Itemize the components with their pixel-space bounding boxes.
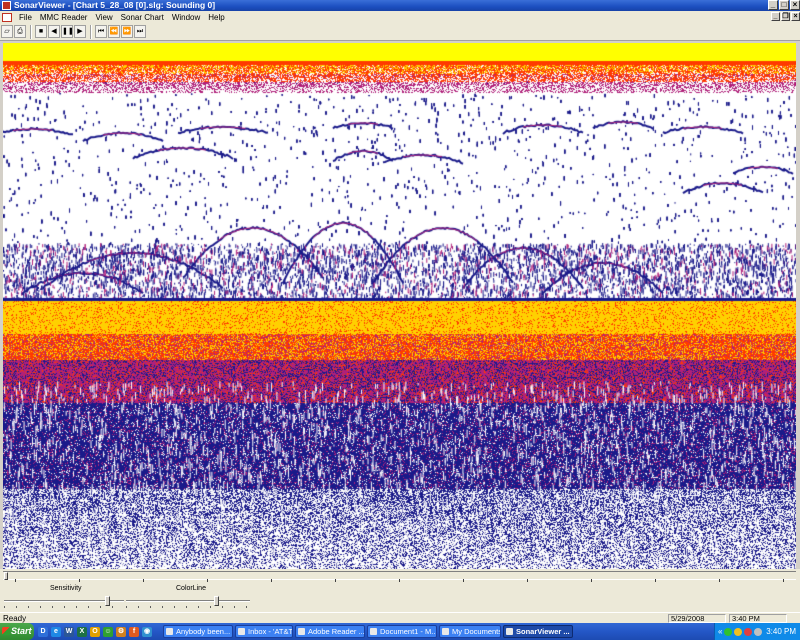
messenger-tray-icon[interactable] bbox=[734, 627, 743, 636]
taskbar-item[interactable]: Anybody been... bbox=[163, 625, 233, 638]
play-back-button[interactable]: ◀ bbox=[48, 25, 60, 38]
taskbar-item[interactable]: Document1 - M... bbox=[367, 625, 437, 638]
menu-mmc-reader[interactable]: MMC Reader bbox=[36, 13, 92, 22]
colorline-slider[interactable] bbox=[126, 596, 250, 608]
print-button[interactable]: ⎙ bbox=[14, 25, 26, 38]
doc-restore-button[interactable]: ❐ bbox=[781, 12, 790, 21]
tray-expand-icon[interactable]: « bbox=[718, 627, 722, 636]
menu-bar: File MMC Reader View Sonar Chart Window … bbox=[0, 11, 800, 23]
messenger-icon[interactable]: ☺ bbox=[103, 626, 113, 637]
security-icon[interactable] bbox=[744, 627, 753, 636]
word-icon[interactable]: W bbox=[64, 626, 74, 637]
colorline-knob[interactable] bbox=[214, 596, 220, 606]
status-bar: Ready 5/29/2008 3:40 PM bbox=[0, 612, 800, 623]
system-tray: « 3:40 PM bbox=[714, 623, 800, 640]
taskbar-item[interactable]: My Documents bbox=[439, 625, 501, 638]
firefox-icon[interactable]: f bbox=[129, 626, 139, 637]
windows-flag-icon bbox=[2, 627, 10, 635]
start-label: Start bbox=[11, 626, 32, 636]
taskbar-item[interactable]: Adobe Reader ... bbox=[295, 625, 365, 638]
timeline-scrollbar[interactable] bbox=[3, 571, 796, 582]
menu-view[interactable]: View bbox=[91, 13, 116, 22]
sensitivity-knob[interactable] bbox=[105, 596, 111, 606]
status-date: 5/29/2008 bbox=[668, 614, 726, 623]
document-window-controls: _ ❐ × bbox=[770, 12, 800, 21]
outlook-icon[interactable]: O bbox=[90, 626, 100, 637]
excel-icon[interactable]: X bbox=[77, 626, 87, 637]
menu-sonar-chart[interactable]: Sonar Chart bbox=[117, 13, 168, 22]
maximize-button[interactable]: □ bbox=[779, 0, 789, 10]
network-icon[interactable] bbox=[724, 627, 733, 636]
sensitivity-label: Sensitivity bbox=[50, 585, 82, 592]
timeline-ticks bbox=[15, 579, 784, 582]
tray-clock: 3:40 PM bbox=[766, 627, 796, 636]
gear-icon[interactable]: ⚙ bbox=[116, 626, 126, 637]
minimize-button[interactable]: _ bbox=[768, 0, 778, 10]
sonar-echogram[interactable] bbox=[3, 43, 796, 569]
toolbar: ▱ ⎙ ■ ◀ ❚❚ ▶ ⏮ ⏪ ⏩ ⏭ bbox=[0, 23, 800, 41]
app-icon[interactable] bbox=[2, 1, 11, 10]
colorline-label: ColorLine bbox=[176, 585, 206, 592]
open-button[interactable]: ▱ bbox=[1, 25, 13, 38]
taskbar: Start De W X O ☺ ⚙ f ◉ Anybody been... Inbox - '… bbox=[0, 623, 800, 640]
status-time: 3:40 PM bbox=[729, 614, 787, 623]
skip-end-button[interactable]: ⏭ bbox=[134, 25, 146, 38]
window-title: SonarViewer - [Chart 5_28_08 [0].slg: So… bbox=[14, 0, 216, 10]
document-icon[interactable] bbox=[2, 12, 12, 22]
sensitivity-ticks bbox=[4, 606, 124, 608]
title-bar: SonarViewer - [Chart 5_28_08 [0].slg: So… bbox=[0, 0, 800, 11]
quick-launch: De W X O ☺ ⚙ f ◉ bbox=[38, 626, 155, 637]
fast-forward-button[interactable]: ⏩ bbox=[121, 25, 133, 38]
stop-button[interactable]: ■ bbox=[35, 25, 47, 38]
play-button[interactable]: ▶ bbox=[74, 25, 86, 38]
rewind-button[interactable]: ⏪ bbox=[108, 25, 120, 38]
skip-start-button[interactable]: ⏮ bbox=[95, 25, 107, 38]
sonarviewer-window: SonarViewer - [Chart 5_28_08 [0].slg: So… bbox=[0, 0, 800, 640]
desktop-icon[interactable]: D bbox=[38, 626, 48, 637]
menu-help[interactable]: Help bbox=[204, 13, 228, 22]
start-button[interactable]: Start bbox=[0, 623, 34, 640]
colorline-ticks bbox=[126, 606, 250, 608]
globe-icon[interactable]: ◉ bbox=[142, 626, 152, 637]
menu-file[interactable]: File bbox=[15, 13, 36, 22]
doc-minimize-button[interactable]: _ bbox=[771, 12, 780, 21]
window-controls: _ □ × bbox=[767, 0, 800, 11]
ie-icon[interactable]: e bbox=[51, 626, 61, 637]
toolbar-separator bbox=[90, 24, 92, 39]
control-panel: Sensitivity ColorLine bbox=[0, 569, 800, 612]
task-buttons: Anybody been...Inbox - 'AT&T ...Adobe Re… bbox=[163, 625, 575, 638]
taskbar-item[interactable]: Inbox - 'AT&T ... bbox=[235, 625, 293, 638]
toolbar-separator bbox=[30, 24, 32, 39]
close-button[interactable]: × bbox=[790, 0, 800, 10]
sonar-chart[interactable] bbox=[3, 43, 796, 569]
taskbar-item[interactable]: SonarViewer ... bbox=[503, 625, 573, 638]
colorline-track bbox=[126, 600, 250, 602]
doc-close-button[interactable]: × bbox=[791, 12, 800, 21]
volume-icon[interactable] bbox=[754, 627, 763, 636]
pause-button[interactable]: ❚❚ bbox=[61, 25, 74, 38]
menu-window[interactable]: Window bbox=[168, 13, 204, 22]
sensitivity-slider[interactable] bbox=[4, 596, 124, 608]
timeline-thumb[interactable] bbox=[4, 572, 8, 580]
